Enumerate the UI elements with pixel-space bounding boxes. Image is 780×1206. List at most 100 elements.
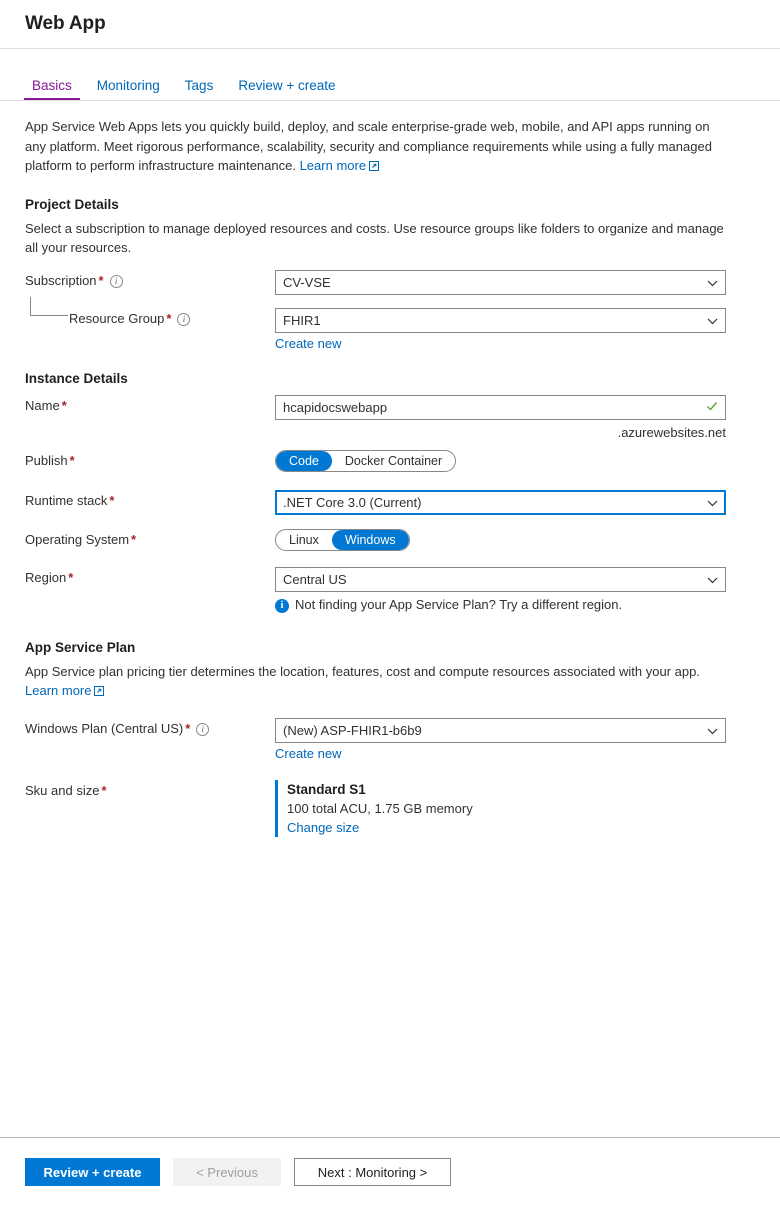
- name-value: hcapidocswebapp: [283, 399, 388, 415]
- field-row-name: Name * hcapidocswebapp .azurewebsites.net: [25, 394, 755, 440]
- next-monitoring-button[interactable]: Next : Monitoring >: [294, 1158, 451, 1186]
- windows-plan-label: Windows Plan (Central US): [25, 720, 184, 736]
- region-notice-text: Not finding your App Service Plan? Try a…: [295, 596, 623, 612]
- sku-and-size-label: Sku and size: [25, 782, 100, 798]
- learn-more-link-intro[interactable]: Learn more: [299, 158, 380, 173]
- runtime-stack-label-col: Runtime stack *: [25, 490, 275, 508]
- tab-monitoring[interactable]: Monitoring: [89, 78, 168, 100]
- checkmark-icon: [706, 400, 718, 415]
- create-new-plan-link[interactable]: Create new: [275, 746, 341, 761]
- wizard-tabs: Basics Monitoring Tags Review + create: [0, 49, 780, 101]
- required-asterisk: *: [166, 310, 172, 326]
- publish-field-col: Code Docker Container: [275, 449, 726, 472]
- required-asterisk: *: [68, 569, 74, 585]
- required-asterisk: *: [101, 782, 107, 798]
- resource-group-select[interactable]: FHIR1: [275, 307, 726, 333]
- form-content: App Service Web Apps lets you quickly bu…: [0, 101, 780, 837]
- info-icon[interactable]: i: [196, 722, 210, 736]
- app-service-plan-heading: App Service Plan: [25, 639, 136, 655]
- chevron-down-icon: [707, 725, 718, 736]
- info-icon: i: [275, 598, 289, 613]
- field-row-runtime-stack: Runtime stack * .NET Core 3.0 (Current): [25, 489, 755, 515]
- sku-and-size-field-col: Standard S1 100 total ACU, 1.75 GB memor…: [275, 779, 726, 837]
- app-service-plan-description: App Service plan pricing tier determines…: [25, 662, 725, 701]
- field-row-region: Region * Central US i Not finding your Ap…: [25, 566, 755, 613]
- previous-button: < Previous: [173, 1158, 281, 1186]
- info-icon[interactable]: i: [177, 312, 191, 326]
- windows-plan-label-col: Windows Plan (Central US) * i: [25, 718, 275, 736]
- project-details-description: Select a subscription to manage deployed…: [25, 220, 724, 255]
- operating-system-option-windows[interactable]: Windows: [331, 529, 409, 550]
- publish-option-code[interactable]: Code: [276, 450, 332, 471]
- windows-plan-create-new-wrapper: Create new: [275, 746, 726, 761]
- learn-more-label: Learn more: [299, 158, 367, 173]
- runtime-stack-select[interactable]: .NET Core 3.0 (Current): [275, 489, 726, 515]
- region-label-col: Region *: [25, 567, 275, 585]
- subscription-label-col: Subscription * i: [25, 270, 275, 288]
- runtime-stack-label: Runtime stack: [25, 492, 108, 508]
- tree-connector: [30, 296, 68, 316]
- name-field-col: hcapidocswebapp .azurewebsites.net: [275, 394, 726, 440]
- change-size-wrapper: Change size: [287, 818, 726, 837]
- learn-more-link-plan[interactable]: Learn more: [25, 682, 105, 701]
- region-select[interactable]: Central US: [275, 566, 726, 592]
- info-icon[interactable]: i: [109, 274, 123, 288]
- name-label: Name: [25, 397, 60, 413]
- field-row-windows-plan: Windows Plan (Central US) * i (New) ASP-FH…: [25, 717, 755, 761]
- sku-card: Standard S1 100 total ACU, 1.75 GB memor…: [275, 779, 726, 837]
- operating-system-toggle: Linux Windows: [275, 528, 410, 551]
- publish-option-docker-container[interactable]: Docker Container: [332, 451, 455, 471]
- required-asterisk: *: [185, 720, 191, 736]
- chevron-down-icon: [707, 315, 718, 326]
- field-row-resource-group: Resource Group * i FHIR1 Create new: [25, 296, 755, 351]
- chevron-down-icon: [707, 574, 718, 585]
- name-input[interactable]: hcapidocswebapp: [275, 394, 726, 420]
- page-title: Web App: [25, 13, 106, 34]
- app-service-plan-description-text: App Service plan pricing tier determines…: [25, 663, 700, 679]
- resource-group-label: Resource Group: [69, 310, 165, 326]
- field-row-subscription: Subscription * i CV-VSE: [25, 269, 755, 295]
- field-row-sku-and-size: Sku and size * Standard S1 100 total ACU,…: [25, 779, 755, 837]
- field-row-operating-system: Operating System * Linux Windows: [25, 528, 755, 553]
- required-asterisk: *: [98, 272, 104, 288]
- resource-group-field-col: FHIR1 Create new: [275, 307, 726, 351]
- chevron-down-icon: [707, 277, 718, 288]
- title-bar: Web App: [0, 0, 780, 49]
- external-link-icon: [369, 157, 380, 177]
- region-field-col: Central US i Not finding your App Servic…: [275, 566, 726, 613]
- chevron-down-icon: [707, 497, 718, 508]
- runtime-stack-value: .NET Core 3.0 (Current): [283, 494, 422, 510]
- change-size-link[interactable]: Change size: [287, 820, 359, 835]
- operating-system-option-linux[interactable]: Linux: [276, 530, 332, 550]
- subscription-select[interactable]: CV-VSE: [275, 269, 726, 295]
- create-new-resource-group-link[interactable]: Create new: [275, 336, 341, 351]
- subscription-value: CV-VSE: [283, 274, 331, 290]
- publish-toggle: Code Docker Container: [275, 449, 457, 472]
- review-create-button[interactable]: Review + create: [25, 1158, 160, 1186]
- tab-basics[interactable]: Basics: [24, 78, 80, 100]
- resource-group-label-col: Resource Group * i: [25, 296, 275, 326]
- instance-details-heading: Instance Details: [25, 370, 128, 386]
- tab-review-create[interactable]: Review + create: [230, 78, 343, 100]
- tab-tags[interactable]: Tags: [177, 78, 222, 100]
- windows-plan-field-col: (New) ASP-FHIR1-b6b9 Create new: [275, 717, 726, 761]
- required-asterisk: *: [109, 492, 115, 508]
- sku-details: 100 total ACU, 1.75 GB memory: [287, 800, 473, 816]
- sku-and-size-label-col: Sku and size *: [25, 780, 275, 798]
- resource-group-value: FHIR1: [283, 312, 321, 328]
- sku-tier: Standard S1: [287, 781, 366, 797]
- learn-more-label: Learn more: [25, 682, 92, 698]
- resource-group-create-new-wrapper: Create new: [275, 336, 726, 351]
- subscription-field-col: CV-VSE: [275, 269, 726, 295]
- wizard-footer: Review + create < Previous Next : Monito…: [0, 1137, 780, 1206]
- windows-plan-select[interactable]: (New) ASP-FHIR1-b6b9: [275, 717, 726, 743]
- operating-system-field-col: Linux Windows: [275, 528, 726, 551]
- required-asterisk: *: [69, 452, 75, 468]
- required-asterisk: *: [131, 531, 137, 547]
- project-details-heading: Project Details: [25, 196, 119, 212]
- external-link-icon: [94, 682, 105, 701]
- required-asterisk: *: [61, 397, 67, 413]
- windows-plan-value: (New) ASP-FHIR1-b6b9: [283, 722, 422, 738]
- operating-system-label: Operating System: [25, 531, 130, 547]
- field-row-publish: Publish * Code Docker Container: [25, 449, 755, 474]
